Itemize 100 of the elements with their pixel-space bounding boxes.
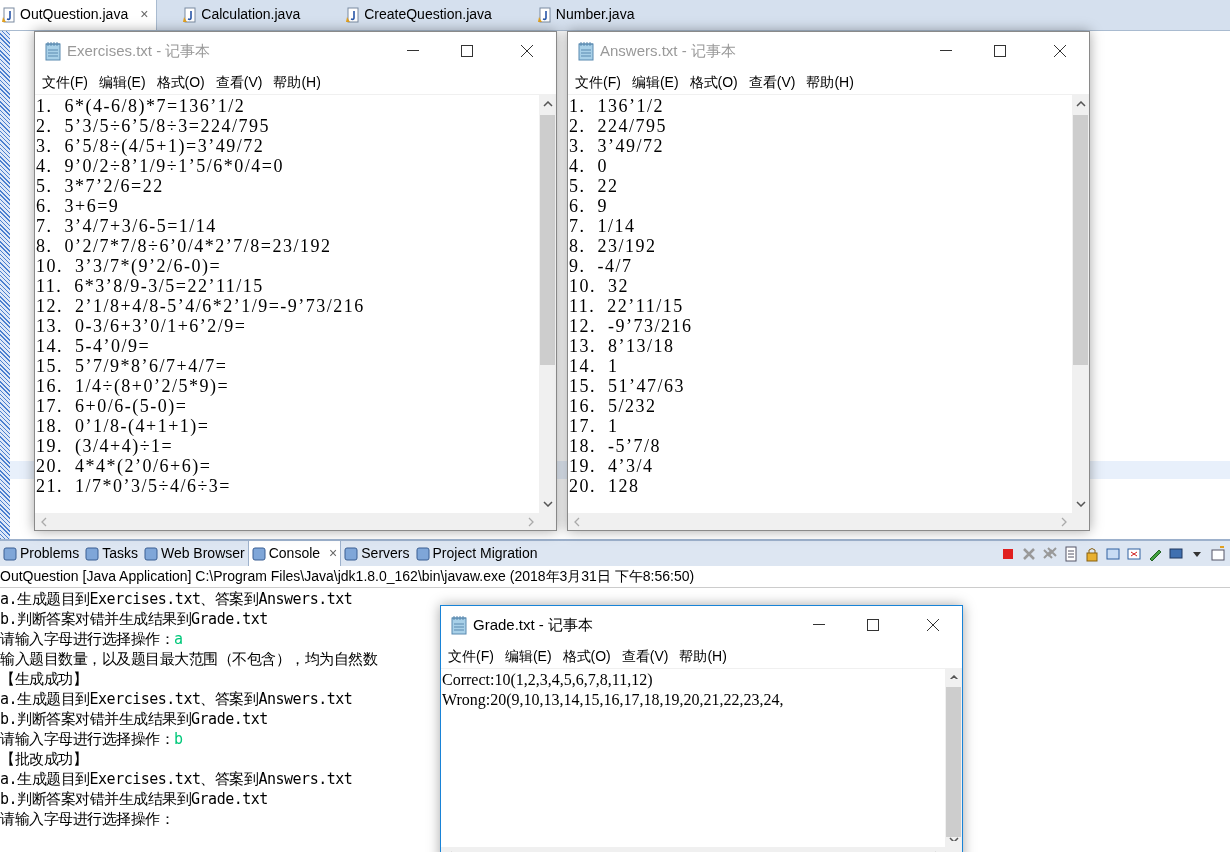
text-line: 4. 0 — [569, 156, 608, 176]
scrollbar-thumb[interactable] — [1073, 115, 1088, 365]
text-line: 18. -5’7/8 — [569, 436, 661, 456]
scroll-left-icon — [574, 516, 580, 527]
scroll-right-icon — [528, 516, 534, 527]
java-file-icon — [2, 6, 16, 23]
close-tab-button[interactable]: × — [329, 543, 338, 564]
view-tab[interactable]: Problems — [0, 541, 83, 566]
editor-tab[interactable]: OutQuestion.java × — [0, 0, 158, 30]
text-line: 2. 224/795 — [569, 116, 667, 136]
menu-item[interactable]: 文件(F) — [42, 71, 88, 93]
text-line: 5. 22 — [569, 176, 619, 196]
menu-item[interactable]: 编辑(E) — [98, 71, 146, 93]
text-line: 12. -9’73/216 — [569, 316, 693, 336]
text-line: 10. 32 — [569, 276, 629, 296]
text-line: 17. 6+0/6-(5-0)= — [36, 396, 188, 416]
menu-item[interactable]: 格式(O) — [689, 71, 738, 93]
text-line: 18. 0’1/8-(4+1+1)= — [36, 416, 210, 436]
text-line: 14. 5-4’0/9= — [36, 336, 151, 356]
text-line: 3. 6’5/8÷(4/5+1)=3’49/72 — [36, 136, 265, 156]
text-line: Correct:10(1,2,3,4,5,6,7,8,11,12) — [442, 670, 653, 690]
text-line: 8. 23/192 — [569, 236, 657, 256]
java-file-icon — [183, 6, 198, 23]
scroll-down-icon — [948, 837, 959, 841]
menu-item[interactable]: 文件(F) — [448, 645, 494, 667]
close-icon — [926, 618, 940, 632]
view-tab-icon — [143, 546, 158, 561]
view-tab[interactable]: Servers — [341, 541, 413, 566]
java-file-icon — [346, 6, 361, 23]
view-tab[interactable]: Tasks — [82, 541, 141, 566]
notepad-icon — [43, 41, 63, 61]
editor-tab[interactable]: Number.java — [535, 0, 643, 30]
horizontal-scrollbar[interactable] — [35, 513, 556, 530]
minimize-icon — [813, 624, 825, 626]
console-line: 请输入字母进行选择操作： — [0, 628, 174, 650]
text-line: 1. 136’1/2 — [569, 96, 664, 116]
scrollbar-thumb[interactable] — [946, 686, 961, 838]
notepad-icon — [449, 615, 469, 635]
console-line: a.生成题目到Exercises.txt、答案到Answers.txt — [0, 768, 353, 790]
console-line: b.判断答案对错并生成结果到Grade.txt — [0, 788, 268, 810]
menu-item[interactable]: 文件(F) — [575, 71, 621, 93]
monitor-icon[interactable] — [1168, 545, 1184, 562]
text-line: Wrong:20(9,10,13,14,15,16,17,18,19,20,21,22,23,24, — [442, 690, 784, 710]
view-tab[interactable]: Console × — [247, 541, 342, 566]
vertical-scrollbar[interactable] — [945, 669, 962, 847]
scroll-left-icon — [41, 516, 47, 527]
text-line: 19. (3/4+4)÷1= — [36, 436, 174, 456]
text-line: 16. 5/232 — [569, 396, 657, 416]
menu-item[interactable]: 编辑(E) — [504, 645, 552, 667]
maximize-icon — [994, 45, 1006, 57]
text-line: 13. 8’13/18 — [569, 336, 675, 356]
remove-icon[interactable] — [1021, 545, 1037, 562]
vertical-scrollbar[interactable] — [539, 95, 556, 513]
text-line: 19. 4’3/4 — [569, 456, 654, 476]
menu-item[interactable]: 查看(V) — [621, 645, 669, 667]
console-line: 请输入字母进行选择操作： — [0, 728, 174, 750]
console-line: 【批改成功】 — [0, 748, 87, 770]
scroll-up-icon — [542, 101, 553, 107]
text-line: 21. 1/7*0’3/5÷4/6÷3= — [36, 476, 231, 496]
view-tab-icon — [3, 546, 17, 561]
view-tab[interactable]: Project Migration — [412, 541, 541, 566]
text-line: 5. 3*7’2/6=22 — [36, 176, 164, 196]
typed-text: a — [174, 628, 184, 650]
text-line: 6. 3+6=9 — [36, 196, 120, 216]
console-line: 请输入字母进行选择操作： — [0, 808, 174, 830]
menu-item[interactable]: 帮助(H) — [273, 71, 321, 93]
menu-item[interactable]: 格式(O) — [156, 71, 205, 93]
text-line: 11. 6*3’8/9-3/5=22’11/15 — [36, 276, 264, 296]
view-tab[interactable]: Web Browser — [140, 541, 248, 566]
close-tab-button[interactable]: × — [140, 4, 149, 25]
text-line: 14. 1 — [569, 356, 619, 376]
menu-item[interactable]: 查看(V) — [215, 71, 263, 93]
text-line: 7. 3’4/7+3/6-5=1/14 — [36, 216, 217, 236]
horizontal-scrollbar[interactable] — [568, 513, 1089, 530]
text-line: 12. 2’1/8+4/8-5’4/6*2’1/9=-9’73/216 — [36, 296, 365, 316]
view-tab-icon — [415, 546, 430, 561]
console-line: a.生成题目到Exercises.txt、答案到Answers.txt — [0, 588, 353, 610]
scrollbar-thumb[interactable] — [540, 115, 555, 365]
console-line: 【生成成功】 — [0, 668, 87, 690]
menu-item[interactable]: 查看(V) — [748, 71, 796, 93]
window-icon[interactable] — [1126, 545, 1142, 562]
menu-item[interactable]: 帮助(H) — [679, 645, 727, 667]
menu-item[interactable]: 帮助(H) — [806, 71, 854, 93]
new-console-icon[interactable] — [1210, 545, 1226, 562]
menu-item[interactable]: 编辑(E) — [631, 71, 679, 93]
editor-tab[interactable]: CreateQuestion.java — [344, 0, 500, 30]
lock-icon[interactable] — [1084, 545, 1100, 562]
scroll-down-icon — [542, 501, 553, 507]
typed-text: b — [174, 728, 184, 750]
text-line: 4. 9’0/2÷8’1/9÷1’5/6*0/4=0 — [36, 156, 284, 176]
text-line: 16. 1/4÷(8+0’2/5*9)= — [36, 376, 230, 396]
vertical-scrollbar[interactable] — [1072, 95, 1089, 513]
scroll-up-icon — [1075, 101, 1086, 107]
text-line: 15. 5’7/9*8’6/7+4/7= — [36, 356, 228, 376]
scroll-down-icon — [1075, 501, 1086, 507]
menu-item[interactable]: 格式(O) — [562, 645, 611, 667]
window-title: Answers.txt - 记事本 — [600, 40, 736, 61]
editor-tab[interactable]: Calculation.java — [181, 0, 309, 30]
document-icon[interactable] — [1063, 545, 1079, 562]
text-line: 15. 51’47/63 — [569, 376, 685, 396]
